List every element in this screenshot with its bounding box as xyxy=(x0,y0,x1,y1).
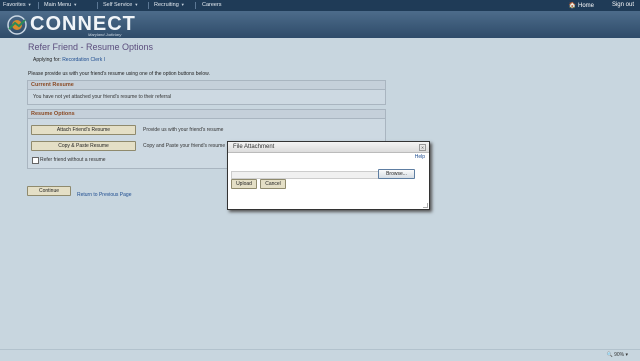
dialog-title: File Attachment xyxy=(228,142,429,153)
nav-divider xyxy=(38,2,39,9)
chevron-down-icon: ▼ xyxy=(180,2,185,7)
chevron-down-icon: ▼ xyxy=(73,2,78,7)
file-path-input[interactable] xyxy=(231,171,379,179)
brand-subtitle: Maryland Judiciary xyxy=(88,32,122,37)
upload-button[interactable]: Upload xyxy=(231,179,257,189)
applying-for: Applying for: Recordation Clerk I xyxy=(33,57,105,63)
zoom-level: 90% xyxy=(614,352,625,358)
close-icon[interactable]: ✕ xyxy=(419,144,426,151)
home-link[interactable]: 🏠 Home xyxy=(569,2,594,9)
nav-recruiting-label: Recruiting xyxy=(154,2,179,8)
resize-handle[interactable] xyxy=(423,203,428,208)
chevron-down-icon: ▼ xyxy=(134,2,139,7)
nav-self-service-label: Self Service xyxy=(103,2,133,8)
continue-button[interactable]: Continue xyxy=(27,186,71,196)
zoom-icon: 🔍 xyxy=(606,352,613,358)
nav-recruiting[interactable]: Recruiting ▼ xyxy=(154,2,185,8)
logo-emblem-icon xyxy=(7,15,27,35)
nav-self-service[interactable]: Self Service ▼ xyxy=(103,2,138,8)
home-icon: 🏠 xyxy=(568,3,577,9)
nav-favorites[interactable]: Favorites ▼ xyxy=(3,2,32,8)
job-title-link[interactable]: Recordation Clerk I xyxy=(62,57,105,63)
nav-divider xyxy=(195,2,196,9)
chevron-down-icon: ▼ xyxy=(27,2,32,7)
nav-main-menu-label: Main Menu xyxy=(44,2,72,8)
nav-divider xyxy=(148,2,149,9)
status-bar: 🔍 90% ▾ xyxy=(0,349,640,361)
current-resume-message: You have not yet attached your friend's … xyxy=(33,94,172,100)
refer-without-resume-label: Refer friend without a resume xyxy=(40,157,106,163)
cancel-button[interactable]: Cancel xyxy=(260,179,286,189)
file-attachment-dialog: File Attachment ✕ Help Browse... Upload … xyxy=(227,141,430,210)
attach-description: Provide us with your friend's resume xyxy=(143,127,224,133)
refer-without-resume-checkbox[interactable] xyxy=(32,157,39,164)
help-link[interactable]: Help xyxy=(415,154,425,160)
sign-out-link[interactable]: Sign out xyxy=(612,2,634,8)
paste-resume-button[interactable]: Copy & Paste Resume xyxy=(31,141,136,151)
home-label: Home xyxy=(577,3,594,9)
page-title: Refer Friend - Resume Options xyxy=(28,42,154,52)
instructions-text: Please provide us with your friend's res… xyxy=(28,71,210,77)
return-to-previous-link[interactable]: Return to Previous Page xyxy=(77,192,131,198)
current-resume-header: Current Resume xyxy=(28,81,385,90)
nav-favorites-label: Favorites xyxy=(3,2,26,8)
nav-careers[interactable]: Careers xyxy=(202,2,222,8)
chevron-down-icon: ▾ xyxy=(625,352,628,358)
nav-main-menu[interactable]: Main Menu ▼ xyxy=(44,2,77,8)
current-resume-section: Current Resume You have not yet attached… xyxy=(27,80,386,105)
nav-divider xyxy=(97,2,98,9)
paste-description: Copy and Paste your friend's resume xyxy=(143,143,226,149)
attach-resume-button[interactable]: Attach Friend's Resume xyxy=(31,125,136,135)
browse-button[interactable]: Browse... xyxy=(378,169,415,179)
applying-label: Applying for: xyxy=(33,57,61,63)
zoom-control[interactable]: 🔍 90% ▾ xyxy=(606,352,628,358)
resume-options-header: Resume Options xyxy=(28,110,385,119)
top-nav-bar: Favorites ▼ Main Menu ▼ Self Service ▼ Recr… xyxy=(0,0,640,11)
